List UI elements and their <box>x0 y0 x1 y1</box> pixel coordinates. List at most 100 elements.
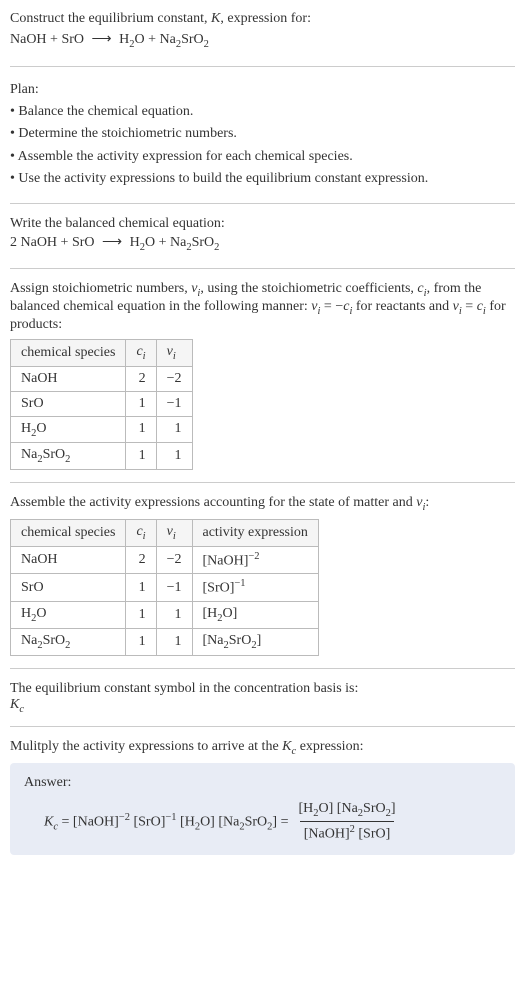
stoich-text: Assign stoichiometric numbers, <box>10 281 191 296</box>
species: H <box>130 235 140 250</box>
sp: H <box>21 421 31 436</box>
col-species: chemical species <box>11 339 126 366</box>
sp: SrO <box>21 580 44 595</box>
act: SrO <box>229 633 252 648</box>
sp: Na <box>21 447 37 462</box>
divider <box>10 726 515 727</box>
answer-box: Answer: Kc = [NaOH]−2 [SrO]−1 [H2O] [Na2… <box>10 763 515 854</box>
sub: 2 <box>65 640 70 651</box>
intro-reaction: NaOH + SrO ⟶ H2O + Na2SrO2 <box>10 29 515 54</box>
answer-formula: Kc = [NaOH]−2 [SrO]−1 [H2O] [Na2SrO2] = … <box>24 801 501 842</box>
act: [Na <box>203 633 224 648</box>
reactant-2: SrO <box>61 32 84 47</box>
term: [NaOH] <box>73 814 119 829</box>
cell-nui: −1 <box>156 391 192 416</box>
plus: + <box>57 235 72 250</box>
cell-nui: −1 <box>156 574 192 602</box>
species: SrO <box>72 235 95 250</box>
table-row: Na2SrO2 1 1 <box>11 443 193 470</box>
balanced-header: Write the balanced chemical equation: <box>10 216 515 232</box>
col-nui: νi <box>156 519 192 546</box>
cell-ci: 2 <box>126 366 156 391</box>
nu-sub: i <box>173 351 176 362</box>
reactant-1: NaOH <box>10 32 47 47</box>
multiply-text: Mulitply the activity expressions to arr… <box>10 739 282 754</box>
cell-species: H2O <box>11 602 126 629</box>
cell-species: SrO <box>11 574 126 602</box>
plan-item-1: • Balance the chemical equation. <box>10 101 515 123</box>
divider <box>10 66 515 67</box>
term: [H <box>298 801 313 816</box>
kc-symbol-line: Kc <box>10 697 515 715</box>
species: SrO <box>192 235 215 250</box>
sp: NaOH <box>21 371 58 386</box>
col-activity: activity expression <box>192 519 318 546</box>
sub: 2 <box>214 241 219 252</box>
sp: NaOH <box>21 552 58 567</box>
plan-item-2: • Determine the stoichiometric numbers. <box>10 123 515 145</box>
term: O] <box>319 801 334 816</box>
plan-item-4: • Use the activity expressions to build … <box>10 168 515 190</box>
sp: O <box>36 606 46 621</box>
term: [SrO] <box>358 827 390 842</box>
cell-species: Na2SrO2 <box>11 443 126 470</box>
cell-species: H2O <box>11 416 126 443</box>
stoich-text: for reactants and <box>352 299 452 314</box>
table-row: H2O 1 1 [H2O] <box>11 602 319 629</box>
col-nui: νi <box>156 339 192 366</box>
cell-activity: [NaOH]−2 <box>192 546 318 574</box>
eq-sign: = − <box>320 299 343 314</box>
plus: + <box>155 235 170 250</box>
table-row: Na2SrO2 1 1 [Na2SrO2] <box>11 628 319 655</box>
plus: + <box>47 32 62 47</box>
K-symbol: K <box>282 739 291 754</box>
sp: SrO <box>43 633 66 648</box>
arrow-icon: ⟶ <box>92 29 112 51</box>
species: Na <box>170 235 186 250</box>
cell-nui: 1 <box>156 443 192 470</box>
term: [NaOH] <box>304 827 350 842</box>
denominator: [NaOH]2 [SrO] <box>300 821 395 843</box>
sup: −2 <box>248 551 259 562</box>
intro-text-after: , expression for: <box>220 11 311 26</box>
c-sub: i <box>143 351 146 362</box>
cell-nui: −2 <box>156 366 192 391</box>
product-1: H <box>119 32 129 47</box>
table-row: NaOH 2 −2 <box>11 366 193 391</box>
activity-table: chemical species ci νi activity expressi… <box>10 519 319 656</box>
term: ] <box>391 801 396 816</box>
stoich-text: , using the stoichiometric coefficients, <box>200 281 417 296</box>
cell-ci: 1 <box>126 391 156 416</box>
stoich-table: chemical species ci νi NaOH 2 −2 SrO 1 −… <box>10 339 193 470</box>
cell-activity: [H2O] <box>192 602 318 629</box>
multiply-text: expression: <box>296 739 363 754</box>
multiply-block: Mulitply the activity expressions to arr… <box>10 739 515 757</box>
col-ci: ci <box>126 519 156 546</box>
term: [H <box>180 814 195 829</box>
numerator: [H2O] [Na2SrO2] <box>294 801 399 821</box>
symbol-text: The equilibrium constant symbol in the c… <box>10 681 515 697</box>
fraction: [H2O] [Na2SrO2] [NaOH]2 [SrO] <box>294 801 399 842</box>
cell-species: NaOH <box>11 546 126 574</box>
cell-species: SrO <box>11 391 126 416</box>
table-row: NaOH 2 −2 [NaOH]−2 <box>11 546 319 574</box>
intro-K: K <box>211 11 220 26</box>
cell-ci: 1 <box>126 443 156 470</box>
product-2-mid: SrO <box>181 32 204 47</box>
eq-sign: = <box>462 299 477 314</box>
act: O] <box>223 606 238 621</box>
act: ] <box>257 633 262 648</box>
cell-nui: −2 <box>156 546 192 574</box>
act: [NaOH] <box>203 553 249 568</box>
intro-text: Construct the equilibrium constant, <box>10 11 211 26</box>
act: [SrO] <box>203 581 235 596</box>
table-header-row: chemical species ci νi <box>11 339 193 366</box>
divider <box>10 203 515 204</box>
plus: + <box>145 32 160 47</box>
sup: −2 <box>119 812 130 823</box>
col-species: chemical species <box>11 519 126 546</box>
sp: O <box>36 421 46 436</box>
act: [H <box>203 606 218 621</box>
term: [Na <box>218 814 239 829</box>
arrow-icon: ⟶ <box>102 232 122 254</box>
